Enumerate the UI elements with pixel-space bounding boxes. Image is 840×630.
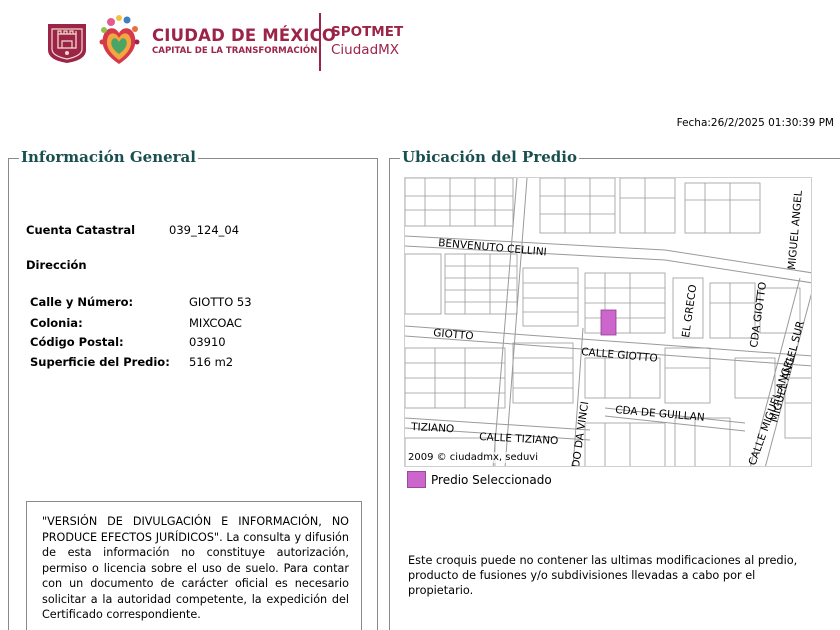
map-credit: 2009 © ciudadmx, seduvi xyxy=(408,452,539,463)
street-tiziano: TIZIANO xyxy=(410,421,455,435)
timestamp: Fecha:26/2/2025 01:30:39 PM xyxy=(676,117,834,129)
brand-subtitle: CAPITAL DE LA TRANSFORMACIÓN xyxy=(152,46,318,56)
app-subtitle: CiudadMX xyxy=(331,42,400,58)
header-divider xyxy=(319,13,321,71)
legal-disclaimer: "VERSIÓN DE DIVULGACIÓN E INFORMACIÓN, N… xyxy=(26,501,362,630)
cp-value: 03910 xyxy=(189,335,226,349)
predio-legend-label: Predio Seleccionado xyxy=(431,473,552,487)
heart-logo xyxy=(99,15,140,64)
info-general-title: Información General xyxy=(19,148,198,166)
calle-value: GIOTTO 53 xyxy=(189,295,252,309)
map-canvas: BENVENUTO CELLINI MIGUEL ANGEL GIOTTO CA… xyxy=(405,178,811,466)
location-map[interactable]: BENVENUTO CELLINI MIGUEL ANGEL GIOTTO CA… xyxy=(404,177,812,467)
map-note: Este croquis puede no contener las ultim… xyxy=(408,554,798,597)
direccion-label: Dirección xyxy=(26,258,87,272)
superficie-label: Superficie del Predio: xyxy=(30,355,170,369)
predio-legend-swatch xyxy=(407,471,426,488)
ubicacion-panel: Ubicación del Predio BENVENUTO CELLINI M… xyxy=(389,148,840,630)
info-general-panel: Información General Cuenta Catastral 039… xyxy=(8,148,378,630)
cuenta-value: 039_124_04 xyxy=(169,223,240,237)
cuenta-label: Cuenta Catastral xyxy=(26,223,136,237)
cdmx-crest-logo xyxy=(48,24,86,63)
colonia-label: Colonia: xyxy=(30,316,83,330)
app-title: SPOTMET xyxy=(331,24,404,40)
brand-title: CIUDAD DE MÉXICO xyxy=(152,26,337,45)
calle-label: Calle y Número: xyxy=(30,295,134,309)
ubicacion-title: Ubicación del Predio xyxy=(400,148,579,166)
colonia-value: MIXCOAC xyxy=(189,316,242,330)
cp-label: Código Postal: xyxy=(30,335,124,349)
superficie-value: 516 m2 xyxy=(189,355,234,369)
page-header: CIUDAD DE MÉXICO CAPITAL DE LA TRANSFORM… xyxy=(0,0,840,80)
